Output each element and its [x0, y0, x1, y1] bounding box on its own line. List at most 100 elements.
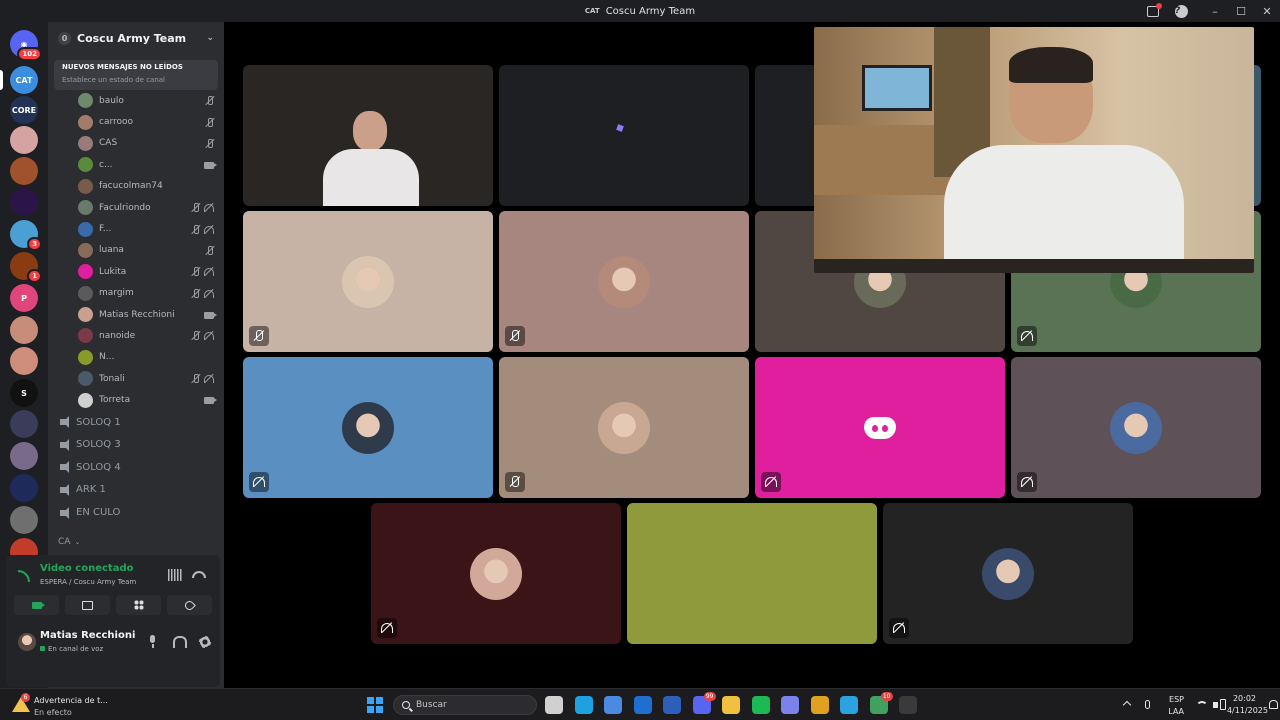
server-icon-cat[interactable]: CAT [10, 66, 38, 94]
popout-video[interactable] [814, 27, 1254, 273]
user-name[interactable]: Matias Recchioni [40, 630, 135, 641]
signal-icon[interactable] [18, 570, 30, 582]
volume-icon[interactable] [1213, 702, 1218, 708]
voice-member[interactable]: c... [48, 154, 224, 175]
voice-channel-item[interactable]: SOLOQ 1 [48, 411, 224, 434]
video-tile-15[interactable] [883, 503, 1133, 644]
noise-suppression-icon[interactable] [168, 569, 182, 581]
channel-status-input[interactable]: Establece un estado de canal [62, 76, 210, 84]
server-icon-server-7[interactable]: 1 [10, 252, 42, 283]
voice-member[interactable]: Lukita [48, 261, 224, 282]
voice-member[interactable]: Faculriondo [48, 197, 224, 218]
chrome-2-icon[interactable] [869, 692, 893, 714]
minimize-button[interactable]: – [1202, 5, 1228, 18]
member-name: nanoide [99, 330, 136, 341]
teams-icon[interactable] [781, 696, 799, 714]
voice-channel-item[interactable]: SOLOQ 3 [48, 433, 224, 456]
video-tile-14[interactable] [627, 503, 877, 644]
keyboard-layout[interactable]: LAA [1168, 707, 1184, 716]
voice-member[interactable]: N... [48, 347, 224, 368]
video-tile-10[interactable] [499, 357, 749, 498]
server-icon-server-3[interactable] [10, 126, 38, 154]
video-tile-9[interactable] [243, 357, 493, 498]
voice-member[interactable]: Tonali [48, 368, 224, 389]
task-view-icon[interactable] [545, 696, 563, 714]
voice-channel-item[interactable]: EN CULO [48, 501, 224, 524]
language-indicator[interactable]: ESP [1169, 695, 1184, 704]
word-icon[interactable] [663, 696, 681, 714]
voice-channel-item[interactable]: SOLOQ 4 [48, 456, 224, 479]
clock-date[interactable]: 4/11/2025 [1227, 706, 1268, 715]
video-tile-stream-1[interactable] [243, 65, 493, 206]
clock-time[interactable]: 20:02 [1233, 694, 1256, 703]
search-input[interactable] [416, 698, 526, 712]
avatar [470, 547, 522, 600]
soundboard-button[interactable] [167, 595, 212, 615]
category-header[interactable]: CA ⌄ [48, 532, 224, 552]
voice-member[interactable]: CAS [48, 133, 224, 154]
outlook-icon[interactable] [633, 696, 652, 714]
avatar[interactable] [18, 633, 36, 651]
edge-icon[interactable] [574, 696, 593, 714]
mic-icon[interactable] [146, 635, 160, 649]
server-icon-server-5[interactable] [10, 188, 38, 216]
voice-status[interactable]: Video conectado [40, 563, 133, 574]
windows-start-icon[interactable] [367, 697, 383, 713]
inbox-icon[interactable] [1147, 2, 1162, 17]
server-icon-server-6[interactable]: 3 [10, 220, 42, 251]
video-tile-12[interactable] [1011, 357, 1261, 498]
voice-member[interactable]: margim [48, 283, 224, 304]
voice-member[interactable]: Matias Recchioni [48, 304, 224, 325]
disconnect-icon[interactable] [192, 571, 206, 578]
voice-location[interactable]: ESPERA / Coscu Army Team [40, 578, 136, 586]
voice-member[interactable]: baulo [48, 90, 224, 111]
obs-icon[interactable] [899, 696, 917, 714]
server-icon-server-13[interactable] [10, 442, 38, 470]
gear-icon[interactable] [198, 635, 212, 649]
server-icon-core[interactable]: CORE [10, 96, 38, 124]
server-icon-server-11[interactable]: S [10, 379, 38, 407]
chrome-icon[interactable] [810, 696, 829, 714]
video-tile-11[interactable] [755, 357, 1005, 498]
headset-icon[interactable] [172, 635, 187, 649]
unread-banner[interactable]: NUEVOS MENSAJES NO LEÍDOS Establece un e… [54, 60, 218, 90]
server-icon-server-12[interactable] [10, 410, 38, 438]
weather-alert-widget[interactable]: 6 Advertencia de t... En efecto [12, 693, 132, 717]
server-icon-server-8[interactable]: P [10, 284, 38, 312]
video-tile-5[interactable] [243, 211, 493, 352]
voice-member[interactable]: carrooo [48, 111, 224, 132]
camera-button[interactable] [14, 595, 59, 615]
voice-member[interactable]: nanoide [48, 325, 224, 346]
discord-icon[interactable] [692, 692, 716, 714]
voice-member[interactable]: Torreta [48, 389, 224, 410]
voice-channel-item[interactable]: ARK 1 [48, 479, 224, 502]
video-tile-2[interactable] [499, 65, 749, 206]
notification-bell-icon[interactable] [1269, 700, 1278, 709]
server-header[interactable]: 0 Coscu Army Team ⌄ [48, 22, 224, 54]
taskbar-search[interactable] [393, 695, 537, 715]
voice-member[interactable]: luana [48, 240, 224, 261]
store-icon[interactable] [604, 696, 622, 714]
server-icon-server-15[interactable] [10, 506, 38, 534]
voice-member[interactable]: facucolman74 [48, 176, 224, 197]
server-icon-server-4[interactable] [10, 157, 38, 185]
chevron-up-icon[interactable] [1122, 700, 1132, 710]
microphone-icon[interactable] [1145, 700, 1150, 709]
server-icon-server-9[interactable] [10, 316, 38, 344]
telegram-icon[interactable] [840, 696, 858, 714]
battery-icon[interactable] [1220, 699, 1226, 710]
help-icon[interactable]: ? [1175, 4, 1188, 18]
spotify-icon[interactable] [751, 696, 770, 714]
video-tile-13[interactable] [371, 503, 621, 644]
wifi-icon[interactable] [1196, 701, 1208, 709]
server-icon-server-14[interactable] [10, 474, 38, 502]
close-button[interactable]: ✕ [1254, 5, 1280, 18]
maximize-button[interactable]: ☐ [1228, 5, 1254, 18]
activities-button[interactable] [116, 595, 161, 615]
voice-member[interactable]: F... [48, 218, 224, 239]
direct-messages-button[interactable]: ◉ 102 [10, 30, 42, 61]
share-screen-button[interactable] [65, 595, 110, 615]
server-icon-server-10[interactable] [10, 347, 38, 375]
explorer-icon[interactable] [722, 696, 740, 714]
video-tile-6[interactable] [499, 211, 749, 352]
